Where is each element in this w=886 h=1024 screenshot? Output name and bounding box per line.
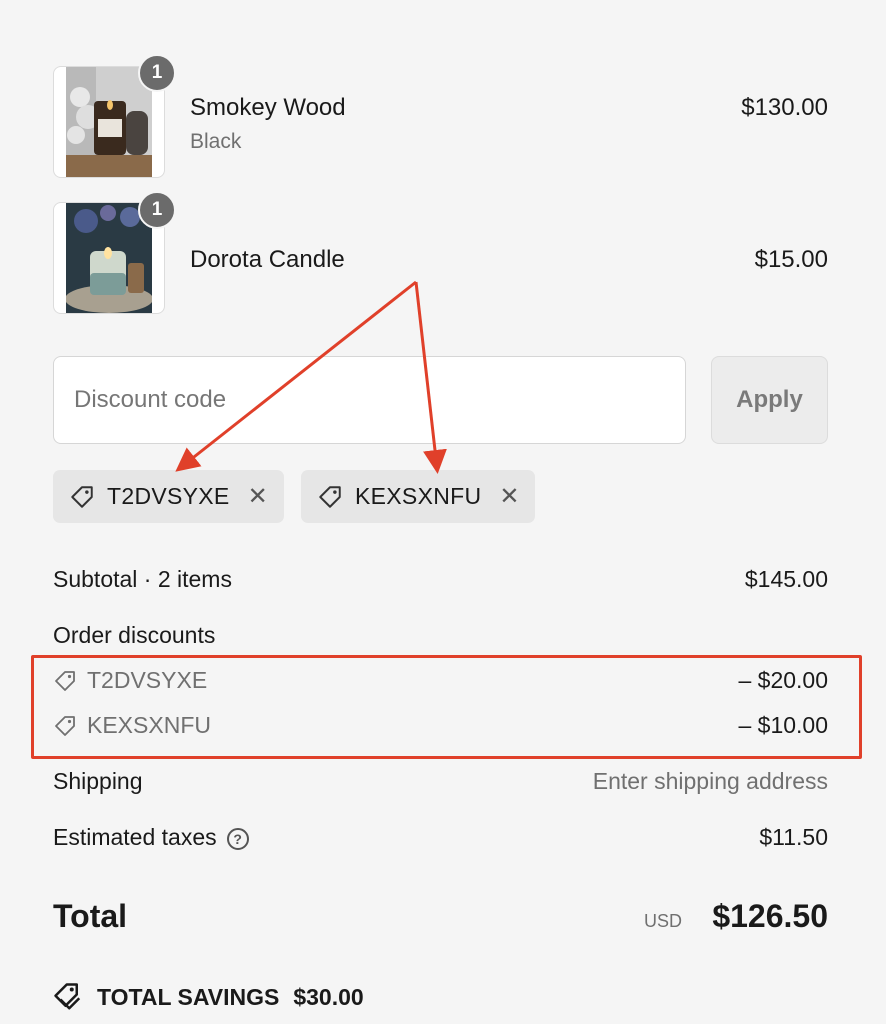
currency-code: USD [644,911,683,931]
subtotal-value: $145.00 [744,566,828,592]
annotation-arrow [175,280,417,472]
taxes-value: $11.50 [759,824,828,850]
total-label: Total [53,898,128,934]
total-savings: TOTAL SAVINGS $30.00 [53,982,364,1012]
taxes-row-label: Estimated taxes? [53,824,249,851]
total-value: $126.50 [712,898,828,934]
annotation-arrow [414,281,447,474]
annotation-arrows [175,280,447,474]
order-discounts-label: Order discounts [53,622,216,648]
annotation-highlight-box [31,655,862,759]
shipping-label: Shipping [53,768,143,794]
shipping-value: Enter shipping address [592,768,828,794]
savings-label: TOTAL SAVINGS [97,983,280,1010]
help-circle-icon[interactable]: ? [226,827,249,850]
savings-tag-icon [54,983,81,1010]
taxes-label: Estimated taxes [53,824,217,850]
subtotal-label: Subtotal · 2 items [53,566,232,592]
savings-value: $30.00 [293,983,364,1010]
